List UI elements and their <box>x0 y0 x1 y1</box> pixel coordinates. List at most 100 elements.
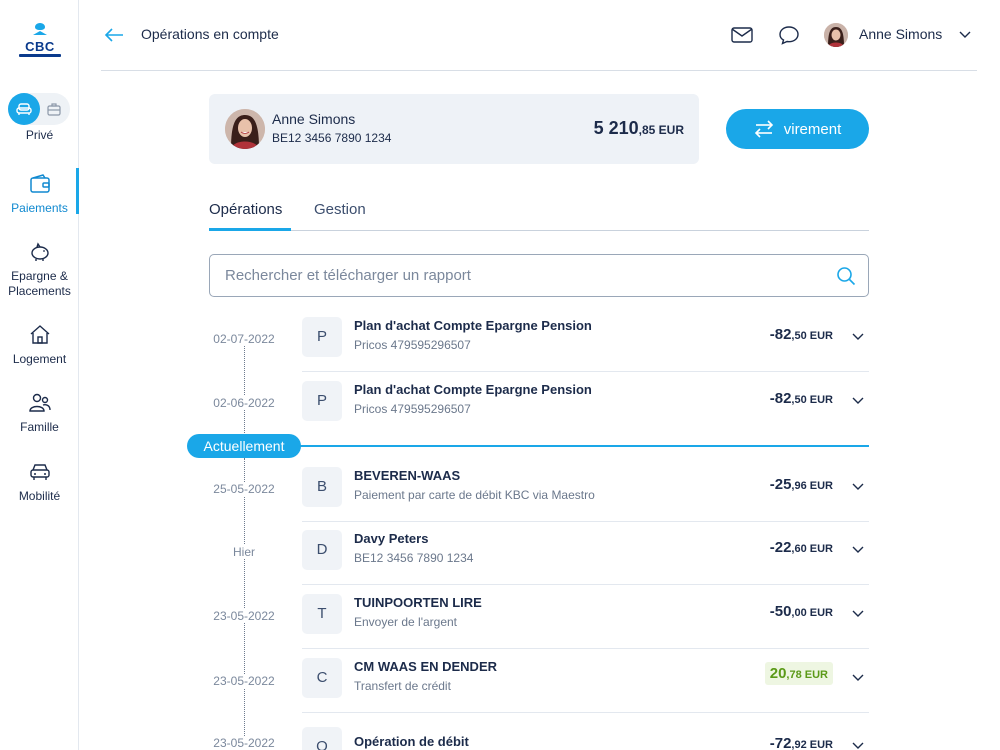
transaction-row[interactable]: B BEVEREN-WAAS Paiement par carte de déb… <box>302 458 869 522</box>
sidebar-item-epargne[interactable]: Epargne & Placements <box>0 240 79 299</box>
sidebar: CBC Privé Paiements Epargne & Placements… <box>0 0 79 750</box>
sidebar-item-famille[interactable]: Famille <box>0 391 79 435</box>
transaction-row[interactable]: T TUINPOORTEN LIRE Envoyer de l'argent -… <box>302 585 869 649</box>
tabs: Opérations Gestion <box>209 199 869 231</box>
amount-cents: ,96 EUR <box>791 480 833 492</box>
transaction-initial: B <box>302 467 342 507</box>
transaction-subtitle: Pricos 479595296507 <box>354 338 471 352</box>
sidebar-item-mobilite[interactable]: Mobilité <box>0 460 79 504</box>
transaction-row[interactable]: P Plan d'achat Compte Epargne Pension Pr… <box>302 372 869 436</box>
back-arrow-icon[interactable] <box>103 24 125 46</box>
amount-main: -22 <box>769 539 792 556</box>
transaction-title: Plan d'achat Compte Epargne Pension <box>354 382 592 397</box>
logo-text: CBC <box>25 39 55 54</box>
chevron-down-icon[interactable] <box>851 739 865 750</box>
transaction-row[interactable]: C CM WAAS EN DENDER Transfert de crédit … <box>302 649 869 713</box>
active-nav-indicator <box>76 168 79 214</box>
chevron-down-icon[interactable] <box>851 671 865 685</box>
transaction-row[interactable]: P Plan d'achat Compte Epargne Pension Pr… <box>302 308 869 372</box>
transaction-subtitle: BE12 3456 7890 1234 <box>354 551 474 565</box>
transaction-amount: -72,92 EUR <box>770 735 833 750</box>
private-mode-button[interactable] <box>8 93 40 125</box>
mode-label: Privé <box>25 128 54 142</box>
amount-main: -50 <box>769 603 792 620</box>
top-header: Opérations en compte Anne Simons <box>101 0 977 71</box>
user-avatar[interactable] <box>824 23 848 47</box>
transaction-amount: -50,00 EUR <box>770 603 833 620</box>
transaction-subtitle: Transfert de crédit <box>354 679 451 693</box>
avatar-portrait-icon <box>225 109 265 149</box>
sidebar-item-paiements[interactable]: Paiements <box>0 172 79 216</box>
transaction-subtitle: Pricos 479595296507 <box>354 402 471 416</box>
chat-icon[interactable] <box>778 24 800 46</box>
business-mode-button[interactable] <box>42 97 66 121</box>
transaction-date: 25-05-2022 <box>189 482 299 496</box>
search-box[interactable] <box>209 254 869 297</box>
transaction-initial: C <box>302 658 342 698</box>
bird-logo-icon <box>33 23 47 35</box>
transaction-amount: -22,60 EUR <box>770 539 833 556</box>
transaction-row[interactable]: D Davy Peters BE12 3456 7890 1234 -22,60… <box>302 521 869 585</box>
account-card[interactable]: Anne Simons BE12 3456 7890 1234 5 210,85… <box>209 94 699 164</box>
tab-operations[interactable]: Opérations <box>209 201 282 218</box>
chevron-down-icon[interactable] <box>851 607 865 621</box>
chevron-down-icon[interactable] <box>851 480 865 494</box>
avatar-portrait-icon <box>824 23 848 47</box>
virement-button[interactable]: virement <box>726 109 869 149</box>
search-icon[interactable] <box>836 266 856 286</box>
transaction-title: TUINPOORTEN LIRE <box>354 595 482 610</box>
transaction-date: 23-05-2022 <box>189 609 299 623</box>
amount-main: -82 <box>769 390 792 407</box>
balance-cents: ,85 EUR <box>638 123 684 137</box>
amount-cents: ,78 EUR <box>786 669 828 681</box>
transaction-date: 23-05-2022 <box>189 674 299 688</box>
transaction-title: BEVEREN-WAAS <box>354 468 461 483</box>
cbc-logo[interactable]: CBC <box>19 22 61 57</box>
transaction-amount: -25,96 EUR <box>770 476 833 493</box>
transaction-title: Davy Peters <box>354 531 429 546</box>
transaction-initial: P <box>302 317 342 357</box>
sidebar-item-label: Famille <box>20 420 59 434</box>
account-balance: 5 210,85 EUR <box>594 118 684 139</box>
briefcase-icon <box>47 102 61 116</box>
tab-gestion[interactable]: Gestion <box>314 201 366 218</box>
chevron-down-icon[interactable] <box>851 543 865 557</box>
chevron-down-icon[interactable] <box>851 394 865 408</box>
balance-main: 5 210 <box>593 118 639 138</box>
house-icon <box>30 325 49 344</box>
amount-main: -82 <box>769 326 792 343</box>
wallet-icon <box>29 174 50 193</box>
transaction-date: Hier <box>189 545 299 559</box>
transaction-date: 02-06-2022 <box>189 396 299 410</box>
family-icon <box>28 393 51 412</box>
transaction-amount: -82,50 EUR <box>770 326 833 343</box>
timeline-line <box>244 345 245 435</box>
sofa-icon <box>16 103 32 115</box>
mail-icon[interactable] <box>731 24 753 46</box>
now-badge: Actuellement <box>187 434 301 458</box>
chevron-down-icon[interactable] <box>958 28 972 42</box>
amount-main: -25 <box>769 476 792 493</box>
account-holder-name: Anne Simons <box>272 111 356 127</box>
now-divider <box>300 445 869 447</box>
transaction-initial: D <box>302 530 342 570</box>
transaction-row[interactable]: O Opération de débit -72,92 EUR <box>302 713 869 750</box>
sidebar-item-logement[interactable]: Logement <box>0 323 79 367</box>
amount-main: 20 <box>769 665 787 682</box>
amount-cents: ,92 EUR <box>791 739 833 750</box>
sidebar-item-label: Epargne & Placements <box>8 269 71 298</box>
transaction-amount-positive: 20,78 EUR <box>764 662 833 685</box>
transaction-date: 23-05-2022 <box>189 736 299 750</box>
sidebar-item-label: Logement <box>12 352 67 366</box>
transaction-subtitle: Paiement par carte de débit KBC via Maes… <box>354 488 595 502</box>
transfer-arrows-icon <box>754 120 773 138</box>
transaction-initial: T <box>302 594 342 634</box>
private-business-toggle[interactable] <box>8 93 70 125</box>
chevron-down-icon[interactable] <box>851 330 865 344</box>
search-input[interactable] <box>225 255 825 296</box>
amount-cents: ,00 EUR <box>791 607 833 619</box>
header-user-name[interactable]: Anne Simons <box>859 26 942 42</box>
amount-cents: ,50 EUR <box>791 330 833 342</box>
amount-main: -72 <box>769 735 792 750</box>
amount-cents: ,50 EUR <box>791 394 833 406</box>
